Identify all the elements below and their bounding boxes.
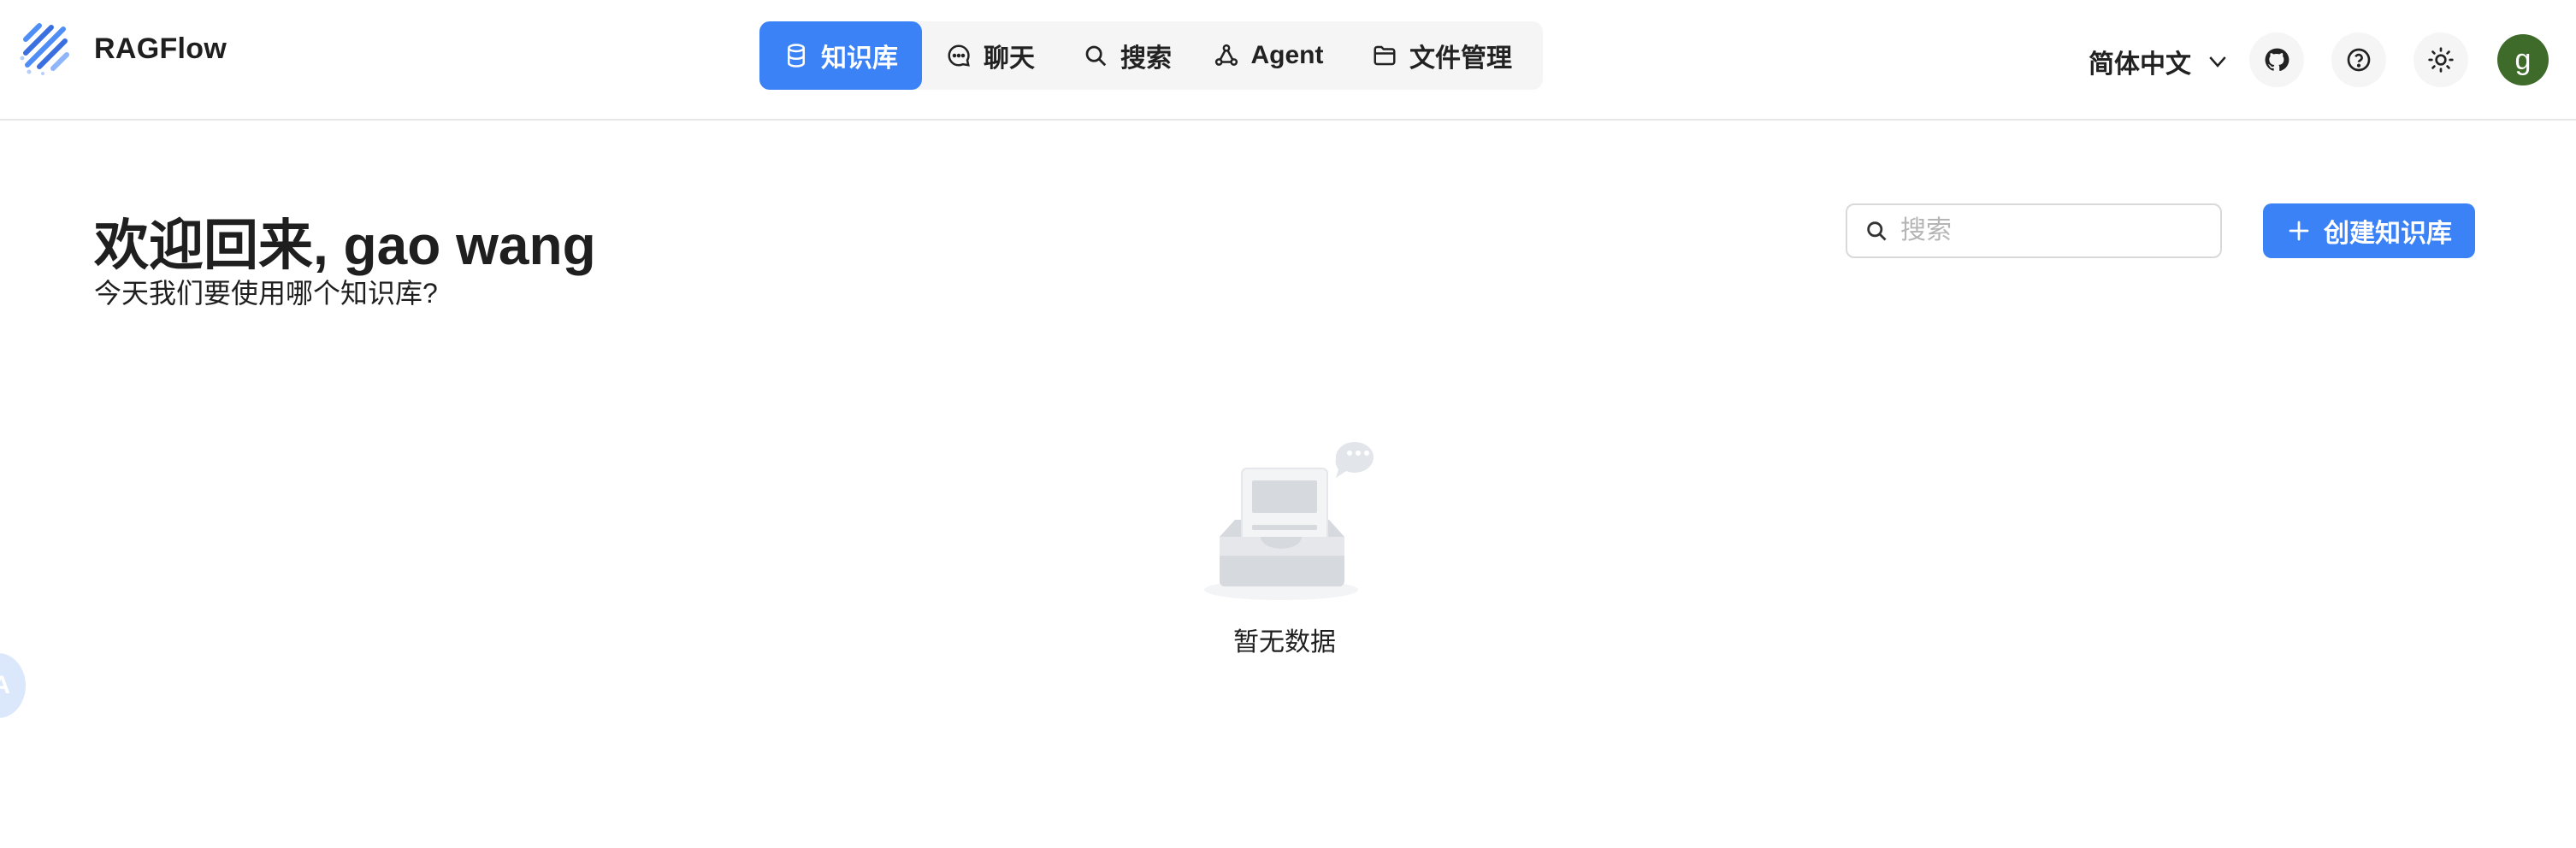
create-knowledge-base-button[interactable]: 创建知识库 — [2263, 203, 2475, 258]
sun-icon — [2428, 47, 2454, 73]
page-subtitle: 今天我们要使用哪个知识库? — [94, 278, 438, 309]
chevron-down-icon — [2209, 56, 2226, 68]
nav-item-knowledge-base[interactable]: 知识库 — [759, 21, 922, 90]
help-button[interactable] — [2331, 32, 2386, 87]
search-icon — [1867, 221, 1887, 241]
nav-item-chat[interactable]: 聊天 — [922, 21, 1059, 90]
top-header: RAGFlow 知识库 聊天 搜索 Agent 文件管理 简体中文 g — [0, 0, 2576, 121]
theme-toggle-button[interactable] — [2414, 32, 2468, 87]
search-field[interactable] — [1846, 203, 2222, 258]
floating-assistant-button[interactable]: A — [0, 653, 26, 718]
nav-item-search[interactable]: 搜索 — [1059, 21, 1196, 90]
ragflow-logo[interactable] — [17, 19, 75, 77]
nav-label: 搜索 — [1120, 44, 1172, 73]
brand-name: RAGFlow — [94, 32, 227, 65]
nav-label: 聊天 — [984, 44, 1035, 73]
github-icon — [2265, 48, 2289, 71]
page-title: 欢迎回来, gao wang — [94, 215, 596, 276]
folder-icon — [1374, 45, 1396, 66]
help-circle-icon — [2347, 48, 2371, 72]
create-button-label: 创建知识库 — [2324, 220, 2452, 248]
nav-item-file-management[interactable]: 文件管理 — [1341, 21, 1543, 90]
language-label: 简体中文 — [2089, 50, 2191, 79]
language-selector[interactable]: 简体中文 — [2089, 43, 2230, 80]
search-input[interactable] — [1899, 215, 2207, 246]
nav-item-agent[interactable]: Agent — [1196, 21, 1341, 90]
database-icon — [788, 44, 805, 68]
empty-inbox-illustration — [1204, 441, 1374, 600]
nav-label: Agent — [1250, 41, 1324, 69]
search-icon — [1085, 45, 1107, 67]
main-nav: 知识库 聊天 搜索 Agent 文件管理 — [759, 21, 1543, 90]
nav-label: 知识库 — [821, 44, 898, 73]
github-button[interactable] — [2249, 32, 2304, 87]
empty-state-text: 暂无数据 — [1233, 628, 1336, 657]
agent-graph-icon — [1214, 44, 1238, 66]
plus-icon — [2289, 221, 2309, 241]
chat-bubble-icon — [948, 44, 970, 67]
nav-label: 文件管理 — [1409, 44, 1512, 73]
user-avatar[interactable]: g — [2497, 34, 2549, 85]
